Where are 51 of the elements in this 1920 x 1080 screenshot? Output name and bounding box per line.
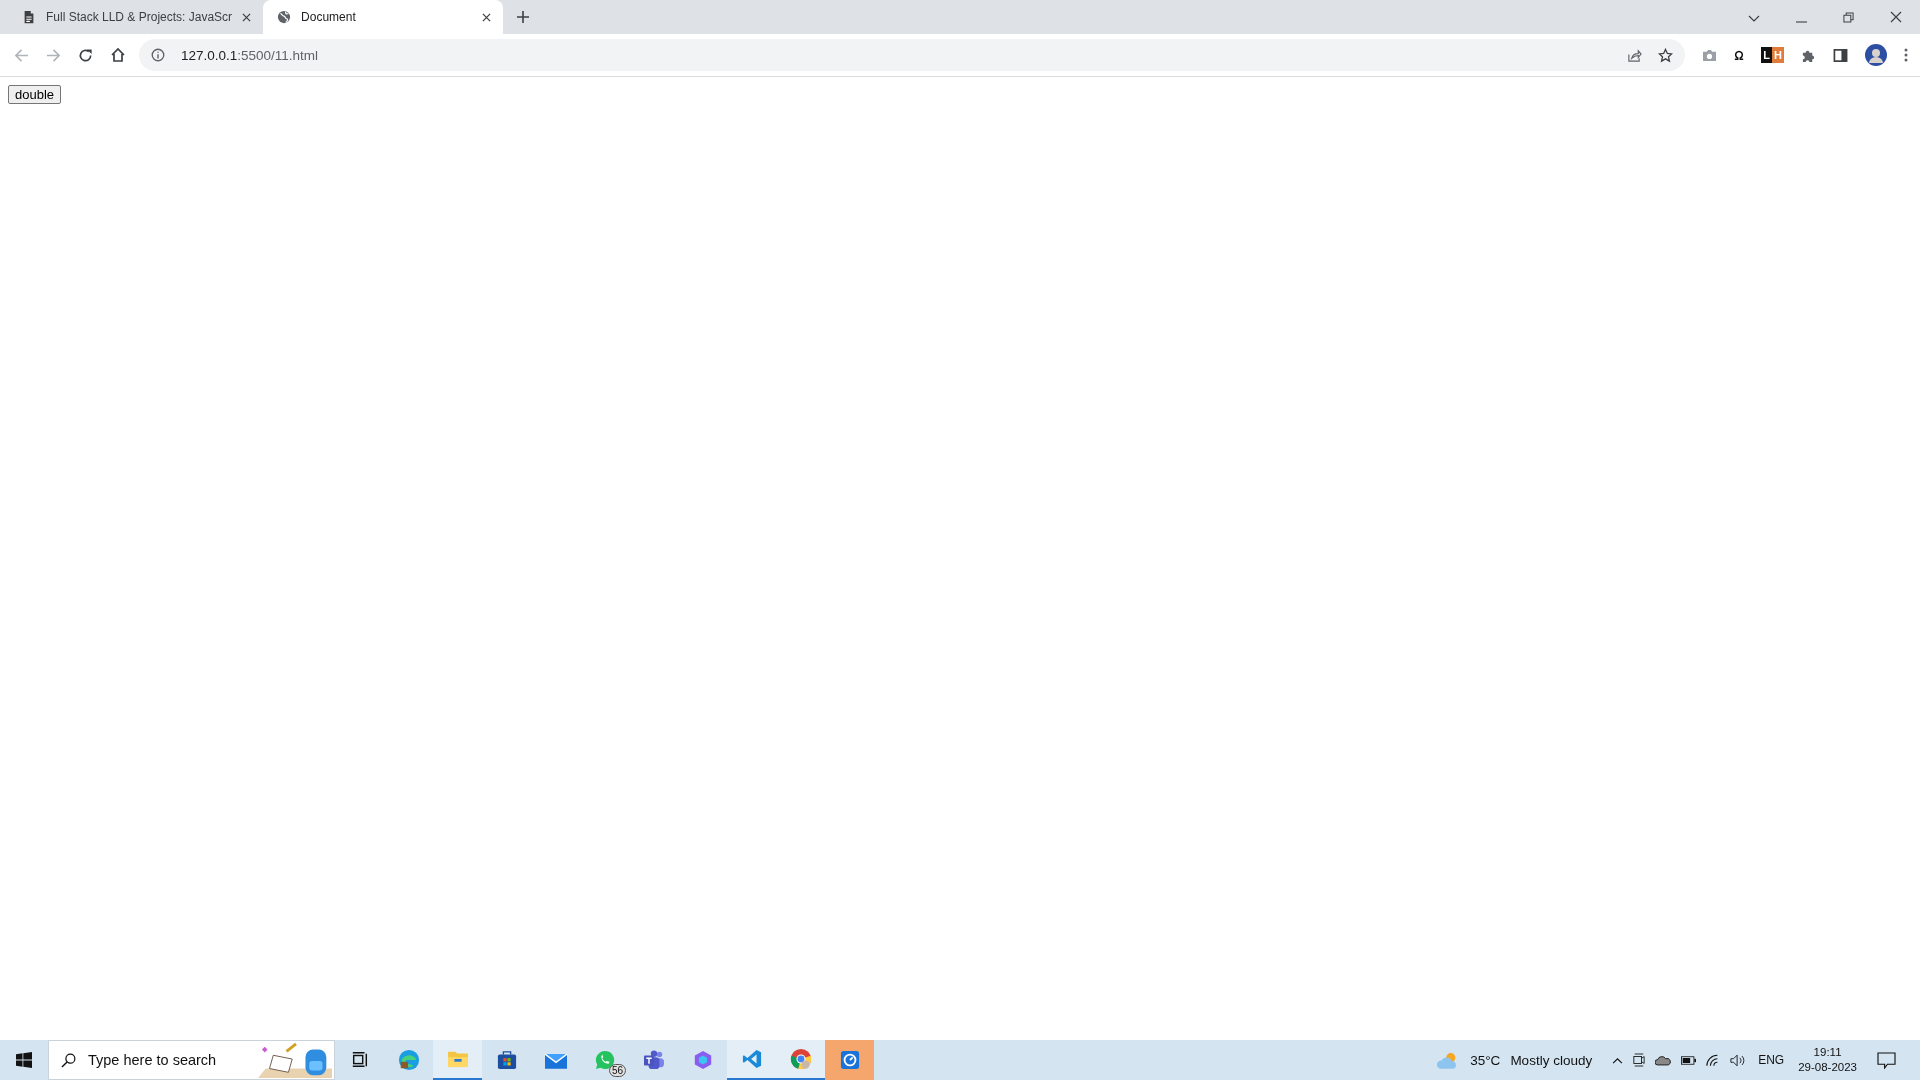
notification-count: 56 [608,1064,626,1077]
speaker-icon[interactable] [1730,1053,1747,1067]
wave-logo-icon [397,1049,420,1071]
star-icon[interactable] [1658,47,1674,63]
temperature-text[interactable]: 35°C [1470,1052,1501,1068]
more-menu-icon[interactable] [1904,48,1908,62]
share-icon[interactable] [1627,47,1643,63]
task-view-icon [350,1051,369,1069]
omega-icon[interactable] [1734,50,1745,60]
tab-title: Document [301,10,357,24]
avatar-icon[interactable] [1865,44,1887,66]
clock-date[interactable]: 29-08-2023 [1798,1060,1857,1075]
code-editor-icon [741,1049,762,1069]
cloud-icon[interactable] [1655,1054,1672,1066]
gauge-icon [839,1050,860,1070]
clock-time[interactable]: 19:11 [1813,1045,1842,1060]
folder-icon [446,1050,469,1068]
chevron-up-icon[interactable] [1612,1056,1624,1064]
globe-icon [277,10,292,24]
camera-icon[interactable] [1633,1053,1646,1067]
restore-icon[interactable] [1843,12,1854,23]
reload-icon[interactable] [78,47,93,63]
new-tab-icon[interactable] [517,11,530,23]
double-button[interactable]: double [8,85,62,104]
tab-title: Full Stack LLD & Projects: JavaScr [46,10,233,24]
home-icon[interactable] [110,47,126,63]
browser-tab[interactable]: Document [263,0,504,34]
document-icon [22,10,36,24]
info-icon [151,48,165,62]
close-icon[interactable] [1890,11,1902,23]
address-bar[interactable]: 127.0.0.1:5500/11.html [139,39,1686,71]
language-indicator[interactable]: ENG [1758,1053,1785,1067]
side-panel-icon[interactable] [1833,47,1848,63]
url-text: 127.0.0.1:5500/11.html [181,47,319,63]
windows-start-icon[interactable] [16,1052,32,1068]
weather-condition[interactable]: Mostly cloudy [1510,1052,1593,1068]
hexagon-logo-icon [692,1050,713,1070]
people-logo-icon [642,1050,665,1070]
close-icon[interactable] [482,12,492,22]
taskbar-search-field[interactable]: Type here to search [48,1040,335,1080]
browser-tab[interactable]: Full Stack LLD & Projects: JavaScr [8,0,264,34]
taskbar-app[interactable]: 56 [580,1040,629,1080]
shopping-bag-icon [496,1050,517,1070]
chevron-down-icon[interactable] [1748,15,1760,23]
search-placeholder: Type here to search [88,1052,217,1068]
close-icon[interactable] [242,12,252,22]
notification-icon[interactable] [1877,1051,1896,1069]
envelope-icon [544,1051,567,1069]
battery-icon[interactable] [1681,1055,1697,1065]
search-icon [61,1052,76,1068]
browser-logo-icon [789,1048,812,1070]
